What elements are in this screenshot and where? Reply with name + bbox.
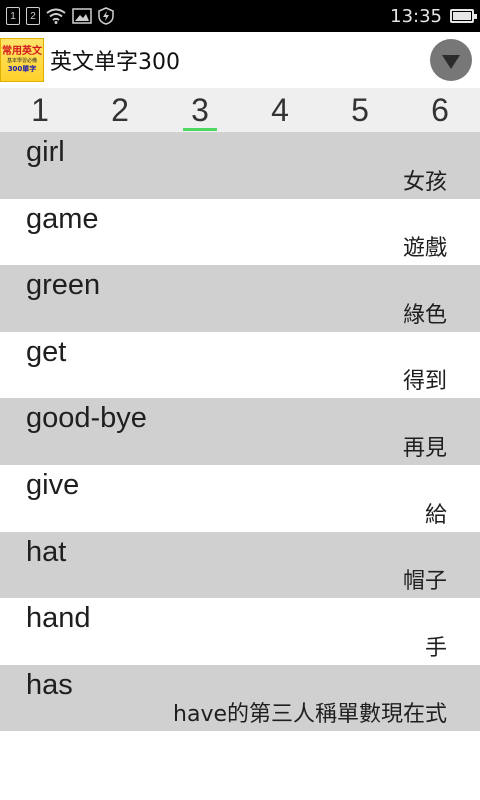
list-item[interactable]: hand 手 xyxy=(0,598,480,665)
tab-6[interactable]: 6 xyxy=(400,88,480,132)
list-item[interactable]: good-bye 再見 xyxy=(0,398,480,465)
app-logo: 常用英文 基本學習必備 300單字 xyxy=(0,38,44,82)
wifi-icon xyxy=(46,8,66,24)
word-english: give xyxy=(26,468,80,501)
tab-5[interactable]: 5 xyxy=(320,88,400,132)
tab-3[interactable]: 3 xyxy=(160,88,240,132)
status-icons-right: 13:35 xyxy=(390,5,477,27)
word-chinese: 女孩 xyxy=(402,169,447,195)
word-chinese: 帽子 xyxy=(402,569,447,595)
list-item[interactable]: hat 帽子 xyxy=(0,531,480,599)
word-chinese: 遊戲 xyxy=(402,236,447,262)
app-title: 英文单字300 xyxy=(50,50,180,75)
list-item[interactable]: get 得到 xyxy=(0,331,480,399)
word-chinese: 給 xyxy=(424,502,447,528)
triangle-down-icon xyxy=(442,54,460,69)
shield-icon xyxy=(98,7,114,25)
word-chinese: 得到 xyxy=(402,369,447,395)
word-chinese: 手 xyxy=(424,635,447,661)
clock: 13:35 xyxy=(390,5,442,27)
sim1-icon: 1 xyxy=(6,7,20,25)
status-icons-left: 1 2 xyxy=(6,7,114,25)
status-bar: 1 2 13:35 xyxy=(0,0,480,32)
battery-icon xyxy=(450,9,477,23)
logo-line2: 基本學習必備 xyxy=(6,58,37,64)
tab-4[interactable]: 4 xyxy=(240,88,320,132)
word-chinese: have的第三人稱單數現在式 xyxy=(173,702,447,728)
word-english: good-bye xyxy=(26,402,147,435)
tab-label: 5 xyxy=(351,91,369,128)
word-english: game xyxy=(26,202,99,235)
sim2-icon: 2 xyxy=(26,7,40,25)
list-item[interactable]: game 遊戲 xyxy=(0,198,480,266)
list-item[interactable]: give 給 xyxy=(0,464,480,532)
tab-1[interactable]: 1 xyxy=(0,88,80,132)
tab-label: 6 xyxy=(431,91,449,128)
logo-line1: 常用英文 xyxy=(2,46,42,57)
page-tabs: 1 2 3 4 5 6 xyxy=(0,88,480,132)
word-english: girl xyxy=(26,136,65,168)
list-item[interactable]: green 綠色 xyxy=(0,265,480,332)
tab-label: 4 xyxy=(271,91,289,128)
word-english: get xyxy=(26,335,67,368)
image-notification-icon xyxy=(72,8,92,24)
word-english: green xyxy=(26,269,101,302)
word-chinese: 再見 xyxy=(402,435,447,461)
logo-line3: 300單字 xyxy=(7,65,37,73)
word-list: girl 女孩 game 遊戲 green 綠色 get 得到 good-bye… xyxy=(0,132,480,732)
list-item[interactable]: has have的第三人稱單數現在式 xyxy=(0,664,480,732)
tab-label: 2 xyxy=(111,91,129,128)
tab-label: 3 xyxy=(191,91,209,128)
word-english: hat xyxy=(26,535,67,568)
tab-label: 1 xyxy=(31,91,49,128)
word-english: hand xyxy=(26,602,91,635)
word-english: has xyxy=(26,668,73,701)
word-chinese: 綠色 xyxy=(402,302,447,328)
menu-button[interactable] xyxy=(430,39,472,81)
tab-2[interactable]: 2 xyxy=(80,88,160,132)
app-bar: 常用英文 基本學習必備 300單字 英文单字300 xyxy=(0,32,480,88)
list-item[interactable]: girl 女孩 xyxy=(0,132,480,199)
